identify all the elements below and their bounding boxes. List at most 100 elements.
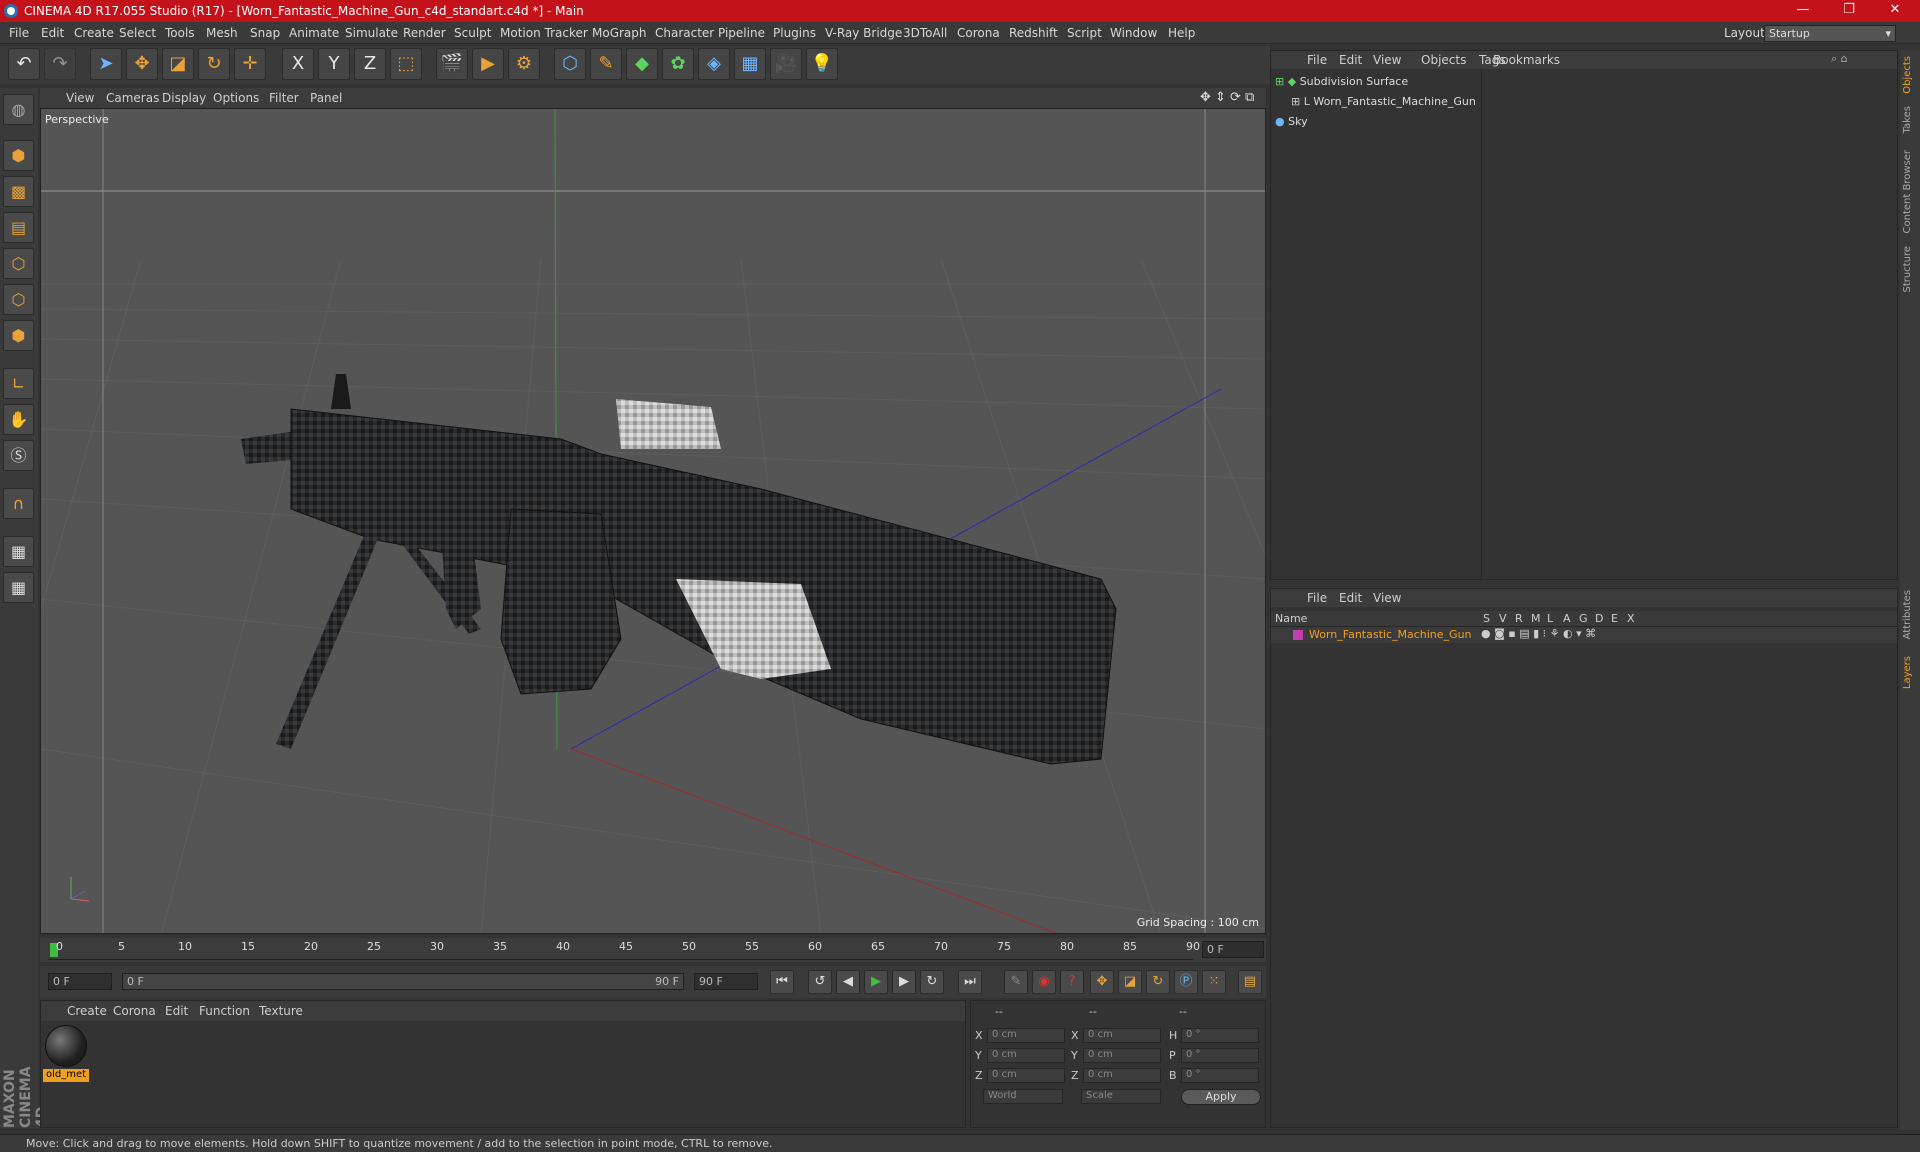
key-rotation-icon[interactable]: ↻: [1146, 970, 1170, 994]
tab-attributes[interactable]: Attributes: [1902, 590, 1918, 639]
menu-snap[interactable]: Snap: [250, 26, 280, 40]
light-icon[interactable]: 💡: [806, 48, 838, 80]
menu-character[interactable]: Character: [655, 26, 714, 40]
size-y-field[interactable]: 0 cm: [1083, 1048, 1161, 1063]
render-view-icon[interactable]: 🎬: [436, 48, 468, 80]
grid-lock-icon[interactable]: ▦: [3, 536, 34, 567]
menu-sculpt[interactable]: Sculpt: [454, 26, 491, 40]
menu-script[interactable]: Script: [1067, 26, 1102, 40]
axis-mode-icon[interactable]: ∟: [3, 368, 34, 399]
cube-icon[interactable]: ⬡: [554, 48, 586, 80]
z-axis-button[interactable]: Z: [354, 48, 386, 80]
timeline-ruler[interactable]: 0 5 10 15 20 25 30 35 40 45 50 55 60 65 …: [48, 940, 1200, 960]
obj-menu-view[interactable]: View: [1373, 53, 1401, 67]
grid-rotate-icon[interactable]: ▦: [3, 572, 34, 603]
position-y-field[interactable]: 0 cm: [987, 1048, 1065, 1063]
undo-icon[interactable]: ↶: [8, 48, 40, 80]
key-pla-icon[interactable]: ⁙: [1202, 970, 1226, 994]
workplane-icon[interactable]: ▤: [3, 212, 34, 243]
menu-motion-tracker[interactable]: Motion Tracker: [500, 26, 588, 40]
apply-button[interactable]: Apply: [1181, 1089, 1261, 1105]
menu-tools[interactable]: Tools: [165, 26, 195, 40]
coord-mode-select[interactable]: World: [983, 1089, 1063, 1104]
object-row[interactable]: ⊞ ◆ Subdivision Surface: [1275, 75, 1895, 93]
current-frame-field[interactable]: 0 F: [1202, 941, 1264, 958]
polygons-mode-icon[interactable]: ⬢: [3, 320, 34, 351]
menu-animate[interactable]: Animate: [289, 26, 339, 40]
layer-color-swatch[interactable]: [1293, 630, 1303, 640]
layer-menu-edit[interactable]: Edit: [1339, 591, 1362, 605]
prev-key-icon[interactable]: ↺: [808, 970, 832, 994]
viewport-nav-icons[interactable]: ✥ ⇕ ⟳ ⧉: [1200, 90, 1254, 105]
obj-menu-objects[interactable]: Objects: [1421, 53, 1466, 67]
menu-help[interactable]: Help: [1168, 26, 1195, 40]
prev-frame-icon[interactable]: ◀: [836, 970, 860, 994]
keyframe-selection-icon[interactable]: ?: [1060, 970, 1084, 994]
menu-mesh[interactable]: Mesh: [206, 26, 238, 40]
menu-simulate[interactable]: Simulate: [345, 26, 398, 40]
search-icon[interactable]: ⌕ ⌂: [1831, 52, 1848, 66]
select-pointer-icon[interactable]: ➤: [90, 48, 122, 80]
tab-layers[interactable]: Layers: [1902, 656, 1918, 689]
viewport-menu-panel[interactable]: Panel: [310, 91, 342, 105]
start-frame-field[interactable]: 0 F: [48, 973, 112, 990]
restore-button[interactable]: ❐: [1834, 2, 1864, 17]
points-mode-icon[interactable]: ⬡: [3, 248, 34, 279]
object-row[interactable]: ● Sky: [1275, 115, 1895, 133]
size-x-field[interactable]: 0 cm: [1083, 1028, 1161, 1043]
key-position-icon[interactable]: ✥: [1090, 970, 1114, 994]
layout-select[interactable]: Startup ▾: [1764, 25, 1896, 42]
move-icon[interactable]: ✥: [126, 48, 158, 80]
edges-mode-icon[interactable]: ⬡: [3, 284, 34, 315]
mograph-cloner-icon[interactable]: ✿: [662, 48, 694, 80]
obj-menu-file[interactable]: File: [1307, 53, 1327, 67]
size-z-field[interactable]: 0 cm: [1083, 1068, 1161, 1083]
obj-menu-bookmarks[interactable]: Bookmarks: [1493, 53, 1560, 67]
viewport-menu-view[interactable]: View: [66, 91, 94, 105]
range-slider[interactable]: 0 F 90 F: [122, 973, 684, 990]
menu-file[interactable]: File: [9, 26, 29, 40]
move-cross-icon[interactable]: ✛: [234, 48, 266, 80]
layer-menu-view[interactable]: View: [1373, 591, 1401, 605]
model-mode-icon[interactable]: ⬢: [3, 140, 34, 171]
viewport-menu-cameras[interactable]: Cameras: [106, 91, 159, 105]
material-preview[interactable]: [45, 1025, 87, 1067]
menu-redshift[interactable]: Redshift: [1009, 26, 1058, 40]
camera-icon[interactable]: 🎥: [770, 48, 802, 80]
timeline-window-icon[interactable]: ▤: [1238, 970, 1262, 994]
pen-spline-icon[interactable]: ✎: [590, 48, 622, 80]
key-scale-icon[interactable]: ◪: [1118, 970, 1142, 994]
scale-icon[interactable]: ◪: [162, 48, 194, 80]
x-axis-button[interactable]: X: [282, 48, 314, 80]
play-icon[interactable]: ▶: [864, 970, 888, 994]
menu-plugins[interactable]: Plugins: [773, 26, 816, 40]
tab-takes[interactable]: Takes: [1902, 106, 1918, 133]
record-keys-icon[interactable]: ✎: [1004, 970, 1028, 994]
subdivision-icon[interactable]: ◆: [626, 48, 658, 80]
obj-menu-edit[interactable]: Edit: [1339, 53, 1362, 67]
edit-render-settings-icon[interactable]: ⚙: [508, 48, 540, 80]
layer-toggle-icons[interactable]: ● ◙ ▪ ▤ ▮ ⁝ ⚘ ◐ ▾ ⌘: [1481, 627, 1596, 640]
object-row[interactable]: ⊞ L Worn_Fantastic_Machine_Gun: [1275, 95, 1895, 113]
next-frame-icon[interactable]: ▶: [892, 970, 916, 994]
menu-mograph[interactable]: MoGraph: [592, 26, 647, 40]
world-coord-icon[interactable]: ⬚: [390, 48, 422, 80]
menu-vray-bridge[interactable]: V-Ray Bridge: [825, 26, 902, 40]
menu-3dtoall[interactable]: 3DToAll: [903, 26, 947, 40]
size-mode-select[interactable]: Scale: [1081, 1089, 1161, 1104]
tab-objects[interactable]: Objects: [1902, 56, 1918, 94]
rotate-icon[interactable]: ↻: [198, 48, 230, 80]
position-x-field[interactable]: 0 cm: [987, 1028, 1065, 1043]
goto-end-icon[interactable]: ⏭: [958, 970, 982, 994]
render-picture-viewer-icon[interactable]: ▶: [472, 48, 504, 80]
viewport-menu-filter[interactable]: Filter: [269, 91, 299, 105]
menu-edit[interactable]: Edit: [41, 26, 64, 40]
close-button[interactable]: ✕: [1880, 2, 1910, 17]
timeline[interactable]: 0 5 10 15 20 25 30 35 40 45 50 55 60 65 …: [40, 938, 1266, 962]
end-frame-field[interactable]: 90 F: [694, 973, 758, 990]
mat-menu-corona[interactable]: Corona: [113, 1004, 156, 1018]
menu-create[interactable]: Create: [74, 26, 114, 40]
autokey-icon[interactable]: ◉: [1032, 970, 1056, 994]
make-editable-icon[interactable]: ◍: [3, 94, 34, 125]
tab-structure[interactable]: Structure: [1902, 246, 1918, 293]
